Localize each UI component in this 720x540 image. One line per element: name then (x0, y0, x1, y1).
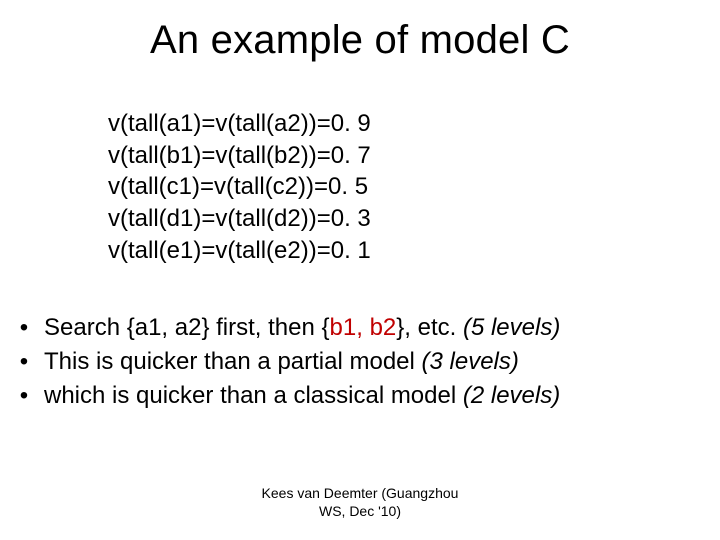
bullet-item: • This is quicker than a partial model (… (18, 346, 702, 378)
equation-line: v(tall(d1)=v(tall(d2))=0. 3 (108, 203, 371, 235)
slide-footer: Kees van Deemter (Guangzhou WS, Dec '10) (0, 485, 720, 520)
slide: An example of model C v(tall(a1)=v(tall(… (0, 0, 720, 540)
bullet-text: Search {a1, a2} first, then {b1, b2}, et… (44, 312, 702, 344)
footer-line: WS, Dec '10) (0, 503, 720, 521)
bullet-item: • which is quicker than a classical mode… (18, 380, 702, 412)
bullet-highlight: b1, b2 (330, 314, 397, 341)
bullet-marker: • (18, 346, 30, 378)
bullet-ital: (2 levels) (463, 382, 560, 409)
equation-line: v(tall(b1)=v(tall(b2))=0. 7 (108, 140, 371, 172)
footer-line: Kees van Deemter (Guangzhou (0, 485, 720, 503)
bullet-mid: }, etc. (396, 314, 463, 341)
bullet-pre: which is quicker than a classical model (44, 382, 463, 409)
equation-line: v(tall(c1)=v(tall(c2))=0. 5 (108, 171, 371, 203)
bullet-marker: • (18, 380, 30, 412)
bullet-ital: (5 levels) (463, 314, 560, 341)
bullet-pre: Search {a1, a2} first, then { (44, 314, 330, 341)
slide-title: An example of model C (0, 18, 720, 63)
bullet-pre: This is quicker than a partial model (44, 348, 422, 375)
bullet-list: • Search {a1, a2} first, then {b1, b2}, … (18, 312, 702, 414)
bullet-text: This is quicker than a partial model (3 … (44, 346, 702, 378)
equation-block: v(tall(a1)=v(tall(a2))=0. 9 v(tall(b1)=v… (108, 108, 371, 266)
bullet-text: which is quicker than a classical model … (44, 380, 702, 412)
bullet-item: • Search {a1, a2} first, then {b1, b2}, … (18, 312, 702, 344)
equation-line: v(tall(e1)=v(tall(e2))=0. 1 (108, 235, 371, 267)
bullet-marker: • (18, 312, 30, 344)
equation-line: v(tall(a1)=v(tall(a2))=0. 9 (108, 108, 371, 140)
bullet-ital: (3 levels) (422, 348, 519, 375)
